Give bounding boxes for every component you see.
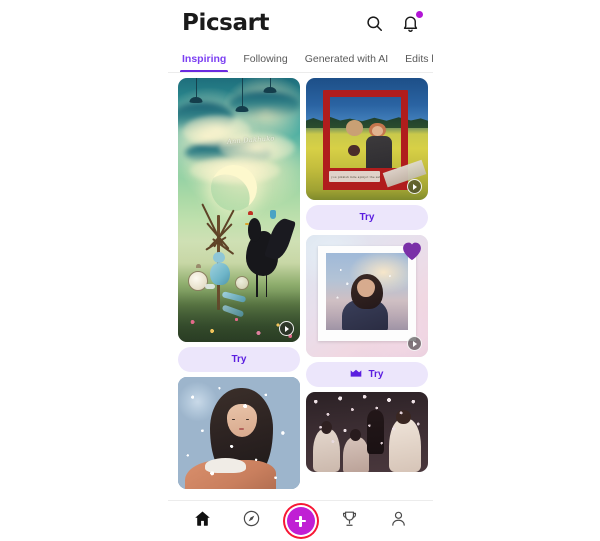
card-snow-bubbles-image[interactable] bbox=[178, 377, 300, 489]
tab-generated-with-ai[interactable]: Generated with AI bbox=[305, 46, 388, 72]
trophy-icon bbox=[340, 509, 359, 533]
card-snow-bubbles[interactable] bbox=[178, 377, 300, 489]
confetti-overlay bbox=[306, 392, 428, 472]
card-confetti-group-image[interactable] bbox=[306, 392, 428, 472]
nav-item-discover[interactable] bbox=[235, 504, 269, 538]
tab-following[interactable]: Following bbox=[243, 46, 287, 72]
card-moon-rooster[interactable]: Ann Dakhuko Try bbox=[178, 78, 300, 372]
handwritten-note-text: you pinkish mlle apinjot the sat bbox=[331, 174, 381, 179]
home-icon bbox=[193, 509, 212, 533]
replay-icon[interactable] bbox=[407, 179, 422, 194]
sparkle-overlay bbox=[325, 252, 408, 330]
nav-item-home[interactable] bbox=[186, 504, 220, 538]
header-actions bbox=[363, 11, 423, 34]
doll-figure bbox=[209, 262, 230, 285]
feed-grid: Ann Dakhuko Try you pinkish mlle apinjot… bbox=[168, 73, 433, 528]
feed-left-column: Ann Dakhuko Try bbox=[178, 78, 300, 489]
tab-edits-by-master[interactable]: Edits by Master bbox=[405, 46, 433, 72]
replay-icon[interactable] bbox=[279, 321, 294, 336]
bottom-navigation bbox=[168, 500, 433, 541]
bell-icon[interactable] bbox=[399, 11, 423, 34]
nav-item-profile[interactable] bbox=[382, 504, 416, 538]
card-confetti-group[interactable] bbox=[306, 392, 428, 472]
hanging-lamp-icon bbox=[235, 78, 249, 112]
card-red-frame-couple-image[interactable]: you pinkish mlle apinjot the sat bbox=[306, 78, 428, 200]
feed-right-column: you pinkish mlle apinjot the sat Try Try bbox=[306, 78, 428, 489]
try-button-label: Try bbox=[368, 369, 384, 380]
card-red-frame-couple[interactable]: you pinkish mlle apinjot the sat Try bbox=[306, 78, 428, 230]
try-button-premium[interactable]: Try bbox=[306, 362, 428, 387]
notification-dot bbox=[416, 11, 423, 18]
red-photo-frame bbox=[323, 90, 409, 176]
search-icon[interactable] bbox=[363, 12, 385, 34]
heart-sticker-icon bbox=[401, 241, 423, 261]
replay-icon[interactable] bbox=[407, 336, 422, 351]
tab-inspiring[interactable]: Inspiring bbox=[179, 46, 229, 72]
crown-icon bbox=[350, 369, 362, 381]
snow-overlay bbox=[178, 377, 300, 489]
try-button[interactable]: Try bbox=[178, 347, 300, 372]
picsart-app-viewport: Picsart Inspiring Following Generated wi… bbox=[168, 0, 433, 541]
nav-item-create[interactable] bbox=[284, 504, 318, 538]
card-moon-rooster-image[interactable]: Ann Dakhuko bbox=[178, 78, 300, 342]
feed-tabs: Inspiring Following Generated with AI Ed… bbox=[168, 46, 433, 73]
try-button[interactable]: Try bbox=[306, 205, 428, 230]
card-polaroid-girl[interactable]: Try bbox=[306, 235, 428, 387]
nav-item-challenges[interactable] bbox=[333, 504, 367, 538]
app-header: Picsart bbox=[168, 0, 433, 46]
hanging-lamp-icon bbox=[189, 78, 203, 103]
card-polaroid-girl-image[interactable] bbox=[306, 235, 428, 357]
person-icon bbox=[389, 509, 408, 533]
polaroid-photo bbox=[325, 252, 408, 330]
create-button[interactable] bbox=[286, 507, 315, 535]
handwritten-note: you pinkish mlle apinjot the sat bbox=[329, 171, 381, 182]
app-logo: Picsart bbox=[182, 9, 270, 36]
hanging-lamp-icon bbox=[263, 78, 277, 93]
compass-icon bbox=[242, 509, 261, 533]
